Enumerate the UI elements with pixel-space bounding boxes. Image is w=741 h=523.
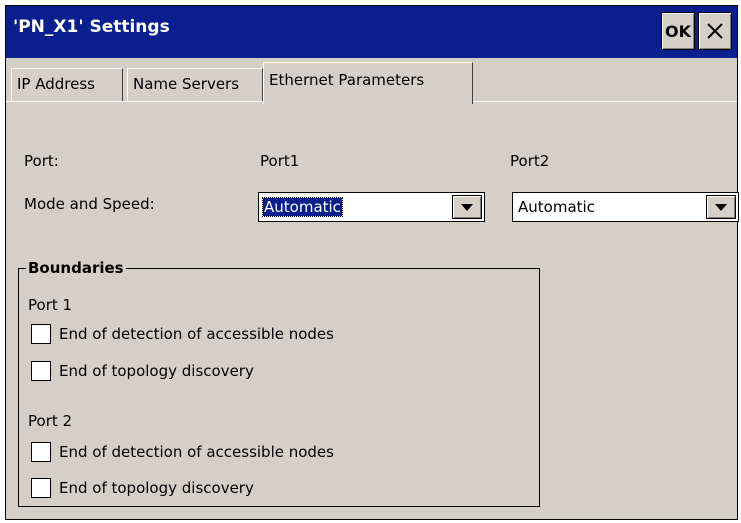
port2-header: Port2 [510, 152, 550, 170]
port2-mode-select[interactable]: Automatic [512, 192, 739, 222]
port1-topology-label[interactable]: End of topology discovery [59, 362, 254, 380]
boundaries-port1-label: Port 1 [28, 296, 73, 314]
port2-dropdown-button[interactable] [706, 195, 736, 219]
close-button[interactable] [698, 12, 732, 50]
chevron-down-icon [715, 203, 727, 211]
tab-ip-address[interactable]: IP Address [11, 68, 123, 101]
port2-mode-value: Automatic [518, 198, 595, 216]
port2-detection-checkbox[interactable] [31, 442, 51, 462]
tab-strip: IP Address Name Servers Ethernet Paramet… [6, 58, 737, 104]
mode-speed-label: Mode and Speed: [24, 195, 155, 213]
port1-topology-checkbox[interactable] [31, 361, 51, 381]
port2-detection-label[interactable]: End of detection of accessible nodes [59, 443, 334, 461]
boundaries-groupbox [18, 268, 540, 507]
ok-button[interactable]: OK [661, 12, 695, 50]
settings-dialog: 'PN_X1' Settings OK IP Address Name Serv… [5, 5, 739, 520]
title-bar: 'PN_X1' Settings OK [6, 6, 737, 58]
port1-mode-select[interactable]: Automatic [258, 192, 485, 222]
boundaries-port2-label: Port 2 [28, 412, 73, 430]
port2-topology-label[interactable]: End of topology discovery [59, 479, 254, 497]
port2-topology-checkbox[interactable] [31, 478, 51, 498]
boundaries-title: Boundaries [26, 259, 126, 277]
port-label: Port: [24, 152, 59, 170]
port1-dropdown-button[interactable] [452, 195, 482, 219]
chevron-down-icon [461, 203, 473, 211]
port1-detection-label[interactable]: End of detection of accessible nodes [59, 325, 334, 343]
port1-mode-value: Automatic [262, 197, 343, 217]
window-title: 'PN_X1' Settings [13, 17, 170, 37]
port1-header: Port1 [260, 152, 300, 170]
tab-name-servers[interactable]: Name Servers [127, 68, 263, 101]
close-icon [707, 23, 723, 39]
tab-ethernet-parameters[interactable]: Ethernet Parameters [263, 62, 473, 104]
port1-detection-checkbox[interactable] [31, 324, 51, 344]
